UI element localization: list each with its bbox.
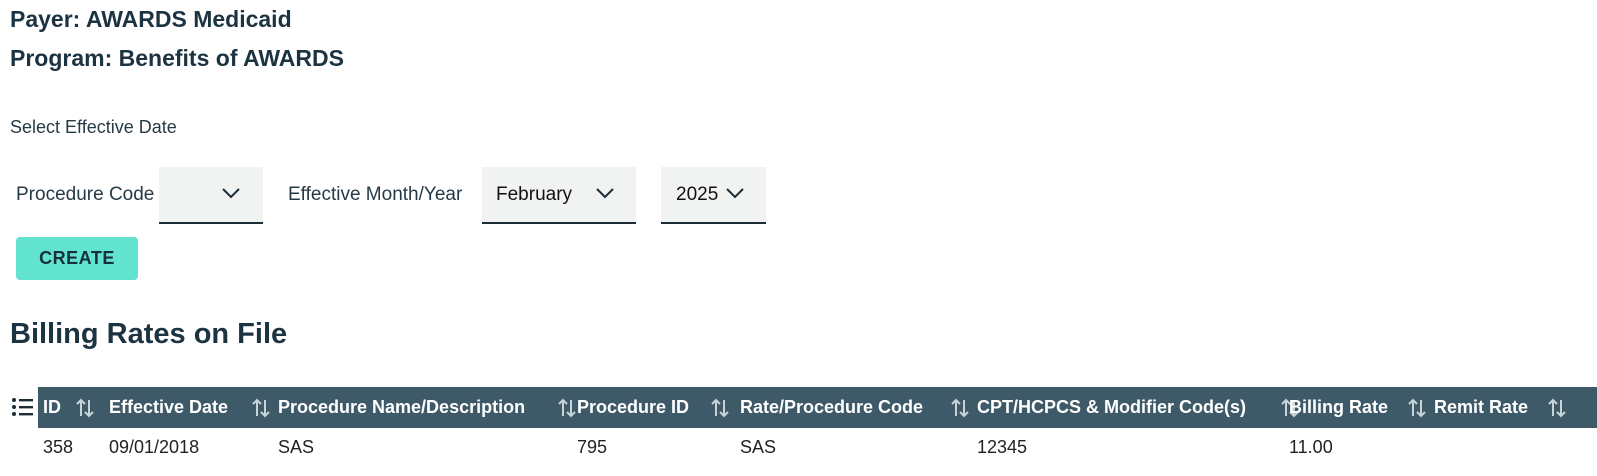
year-select[interactable]: 2025 — [661, 167, 766, 224]
program-title: Program: Benefits of AWARDS — [10, 45, 344, 71]
column-header-remit-rate[interactable]: Remit Rate — [1434, 387, 1528, 428]
year-value: 2025 — [676, 183, 719, 205]
sort-arrows-icon[interactable] — [1546, 397, 1568, 419]
cell-effective-date: 09/01/2018 — [109, 437, 200, 457]
month-select[interactable]: February — [482, 167, 636, 224]
column-header-procedure-id[interactable]: Procedure ID — [577, 387, 689, 428]
sort-arrows-icon[interactable] — [556, 397, 578, 419]
procedure-code-select[interactable] — [159, 167, 263, 224]
column-header-rate-procedure-code[interactable]: Rate/Procedure Code — [740, 387, 923, 428]
cell-billing-rate: 11.00 — [1289, 437, 1333, 457]
cell-rate-procedure-code: SAS — [740, 437, 777, 457]
chevron-down-icon — [596, 188, 614, 199]
create-button[interactable]: CREATE — [16, 237, 138, 280]
column-header-cpt-hcpcs[interactable]: CPT/HCPCS & Modifier Code(s) — [977, 387, 1246, 428]
month-value: February — [496, 183, 573, 205]
sort-arrows-icon[interactable] — [949, 397, 971, 419]
select-effective-date-label: Select Effective Date — [10, 117, 177, 137]
sort-arrows-icon[interactable] — [74, 397, 96, 419]
section-title: Billing Rates on File — [10, 318, 288, 350]
procedure-code-label: Procedure Code — [16, 184, 155, 205]
cell-procedure-id: 795 — [577, 437, 608, 457]
effective-month-year-label: Effective Month/Year — [288, 184, 463, 205]
cell-procedure-name: SAS — [278, 437, 315, 457]
chevron-down-icon — [222, 188, 240, 199]
cell-id: 358 — [43, 437, 74, 457]
sort-arrows-icon[interactable] — [1406, 397, 1428, 419]
sort-arrows-icon[interactable] — [250, 397, 272, 419]
column-header-effective-date[interactable]: Effective Date — [109, 387, 228, 428]
list-icon[interactable] — [11, 395, 35, 419]
column-header-billing-rate[interactable]: Billing Rate — [1289, 387, 1388, 428]
cell-cpt-hcpcs: 12345 — [977, 437, 1028, 457]
column-header-id[interactable]: ID — [43, 387, 61, 428]
table-header: ID Effective Date Procedure Name/Descrip… — [38, 387, 1597, 428]
sort-arrows-icon[interactable] — [709, 397, 731, 419]
column-header-procedure-name[interactable]: Procedure Name/Description — [278, 387, 525, 428]
payer-title: Payer: AWARDS Medicaid — [10, 6, 292, 32]
chevron-down-icon — [726, 188, 744, 199]
